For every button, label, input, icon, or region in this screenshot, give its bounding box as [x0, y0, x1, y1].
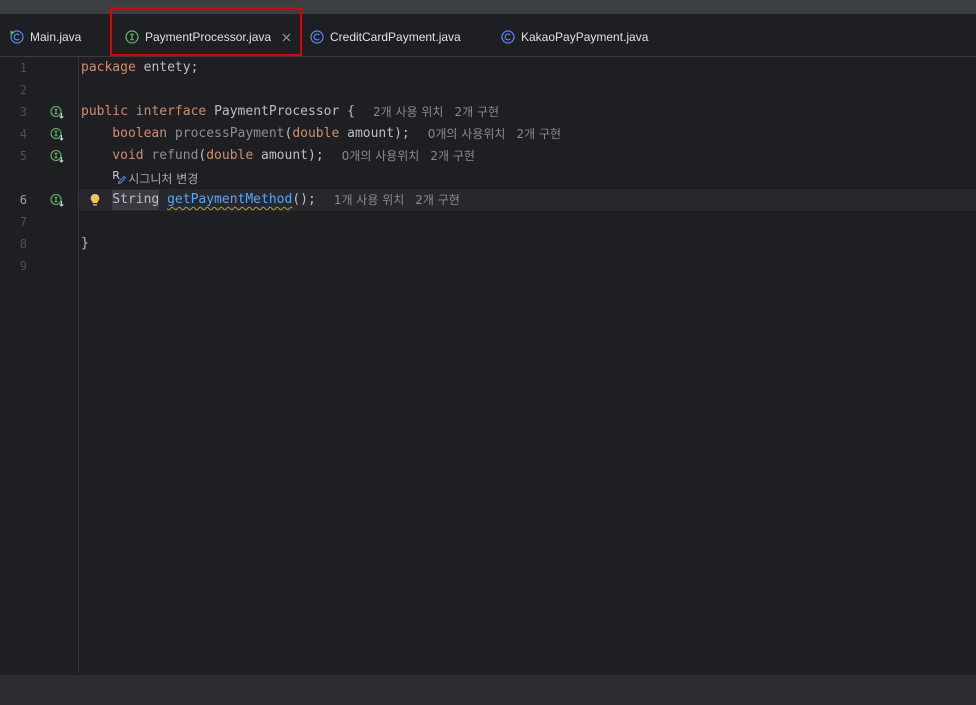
identifier-token: PaymentProcessor {	[206, 104, 355, 119]
code-editor[interactable]: 1 package entety; 2 3 public interface P…	[0, 57, 976, 675]
line-number[interactable]: 1	[0, 57, 28, 79]
code-line[interactable]: 9	[0, 255, 976, 277]
usages-hint[interactable]: 0개의 사용위치	[428, 124, 506, 144]
code-text[interactable]: package entety;	[79, 57, 976, 79]
signature-change-label[interactable]: 시그니처 변경	[128, 170, 198, 187]
tab-kakaopaypayment-java[interactable]: KakaoPayPayment.java	[490, 14, 648, 56]
code-text[interactable]: public interface PaymentProcessor { 2개 사…	[79, 101, 976, 123]
line-number[interactable]: 2	[0, 79, 28, 101]
implementations-hint[interactable]: 2개 구현	[454, 102, 499, 122]
line-number[interactable]: 7	[0, 211, 28, 233]
gutter-icon-slot	[28, 255, 79, 277]
keyword-token: boolean	[112, 126, 168, 141]
implementations-hint[interactable]: 2개 구현	[415, 190, 460, 210]
code-text[interactable]	[79, 79, 976, 101]
main-class-icon	[10, 30, 24, 44]
implementations-hint[interactable]: 2개 구현	[516, 124, 561, 144]
line-number[interactable]: 9	[0, 255, 28, 277]
punctuation-token: ();	[292, 192, 316, 207]
usages-hint[interactable]: 2개 사용 위치	[373, 102, 443, 122]
code-line[interactable]: 5 void refund ( double amount); 0개의 사용위치…	[0, 145, 976, 167]
code-text[interactable]: String getPaymentMethod (); 1개 사용 위치 2개 …	[79, 189, 976, 211]
tab-label: KakaoPayPayment.java	[521, 30, 649, 44]
punctuation-token: (	[198, 148, 207, 163]
code-line[interactable]: 4 boolean processPayment ( double amount…	[0, 123, 976, 145]
identifier-token: amount);	[339, 126, 410, 141]
editor-tab-bar: Main.java PaymentProcessor.java CreditCa…	[0, 14, 976, 57]
tab-label: PaymentProcessor.java	[145, 30, 272, 44]
line-number[interactable]: 6	[0, 189, 28, 211]
keyword-token: double	[292, 126, 340, 141]
gutter-icon-slot	[28, 79, 79, 101]
class-icon	[310, 30, 324, 44]
code-text[interactable]: boolean processPayment ( double amount);…	[79, 123, 976, 145]
line-number[interactable]: 3	[0, 101, 28, 123]
gutter-icon-slot	[28, 189, 79, 211]
keyword-token: void	[112, 148, 144, 163]
line-number[interactable]: 8	[0, 233, 28, 255]
tab-label: CreditCardPayment.java	[330, 30, 461, 44]
class-icon	[501, 30, 515, 44]
pencil-icon	[118, 175, 127, 185]
lightbulb-icon[interactable]	[89, 193, 101, 207]
unused-method-token: refund	[143, 148, 199, 163]
signature-change-hint[interactable]: R 시그니처 변경	[79, 167, 976, 189]
usages-hint[interactable]: 0개의 사용위치	[342, 146, 420, 166]
signature-change-inlay-row: R 시그니처 변경	[0, 167, 976, 189]
interface-icon	[125, 30, 139, 44]
identifier-token: amount);	[253, 148, 324, 163]
usages-hint[interactable]: 1개 사용 위치	[334, 190, 404, 210]
code-line[interactable]: 2	[0, 79, 976, 101]
unused-method-token: processPayment	[167, 126, 285, 141]
code-line[interactable]: 3 public interface PaymentProcessor { 2개…	[0, 101, 976, 123]
implemented-interface-icon[interactable]	[50, 127, 64, 141]
status-bar	[0, 675, 976, 705]
tab-paymentprocessor-java[interactable]: PaymentProcessor.java	[110, 14, 302, 56]
gutter-icon-slot	[28, 101, 79, 123]
keyword-token: double	[206, 148, 254, 163]
tab-creditcardpayment-java[interactable]: CreditCardPayment.java	[302, 14, 461, 56]
implemented-interface-icon[interactable]	[50, 105, 64, 119]
code-text[interactable]	[79, 211, 976, 233]
window-title-strip	[0, 0, 976, 14]
implemented-interface-icon[interactable]	[50, 149, 64, 163]
tab-main-java[interactable]: Main.java	[0, 14, 81, 56]
tab-label: Main.java	[30, 30, 82, 44]
code-line[interactable]: 6 String getPaymentMethod (); 1개 사용 위치 2…	[0, 189, 976, 211]
line-number-empty	[0, 167, 28, 189]
close-icon[interactable]	[282, 33, 291, 42]
type-token: String	[112, 190, 160, 210]
code-text[interactable]: }	[79, 233, 976, 255]
punctuation-token: }	[81, 236, 89, 251]
gutter-icon-slot	[28, 167, 79, 189]
keyword-token: interface	[127, 104, 207, 119]
gutter-icon-slot	[28, 233, 79, 255]
punctuation-token: (	[284, 126, 293, 141]
line-number[interactable]: 5	[0, 145, 28, 167]
implemented-interface-icon[interactable]	[50, 193, 64, 207]
code-line[interactable]: 8 }	[0, 233, 976, 255]
keyword-token: package	[81, 60, 136, 75]
method-name-token: getPaymentMethod	[167, 192, 293, 207]
gutter-icon-slot	[28, 211, 79, 233]
identifier-token: entety;	[135, 60, 199, 75]
code-text[interactable]: void refund ( double amount); 0개의 사용위치 2…	[79, 145, 976, 167]
keyword-token: public	[81, 104, 128, 119]
implementations-hint[interactable]: 2개 구현	[430, 146, 475, 166]
code-text[interactable]	[79, 255, 976, 277]
code-line[interactable]: 1 package entety;	[0, 57, 976, 79]
gutter-icon-slot	[28, 57, 79, 79]
line-number[interactable]: 4	[0, 123, 28, 145]
gutter-icon-slot	[28, 145, 79, 167]
code-line[interactable]: 7	[0, 211, 976, 233]
rename-refactoring-icon: R	[112, 169, 128, 186]
gutter-icon-slot	[28, 123, 79, 145]
